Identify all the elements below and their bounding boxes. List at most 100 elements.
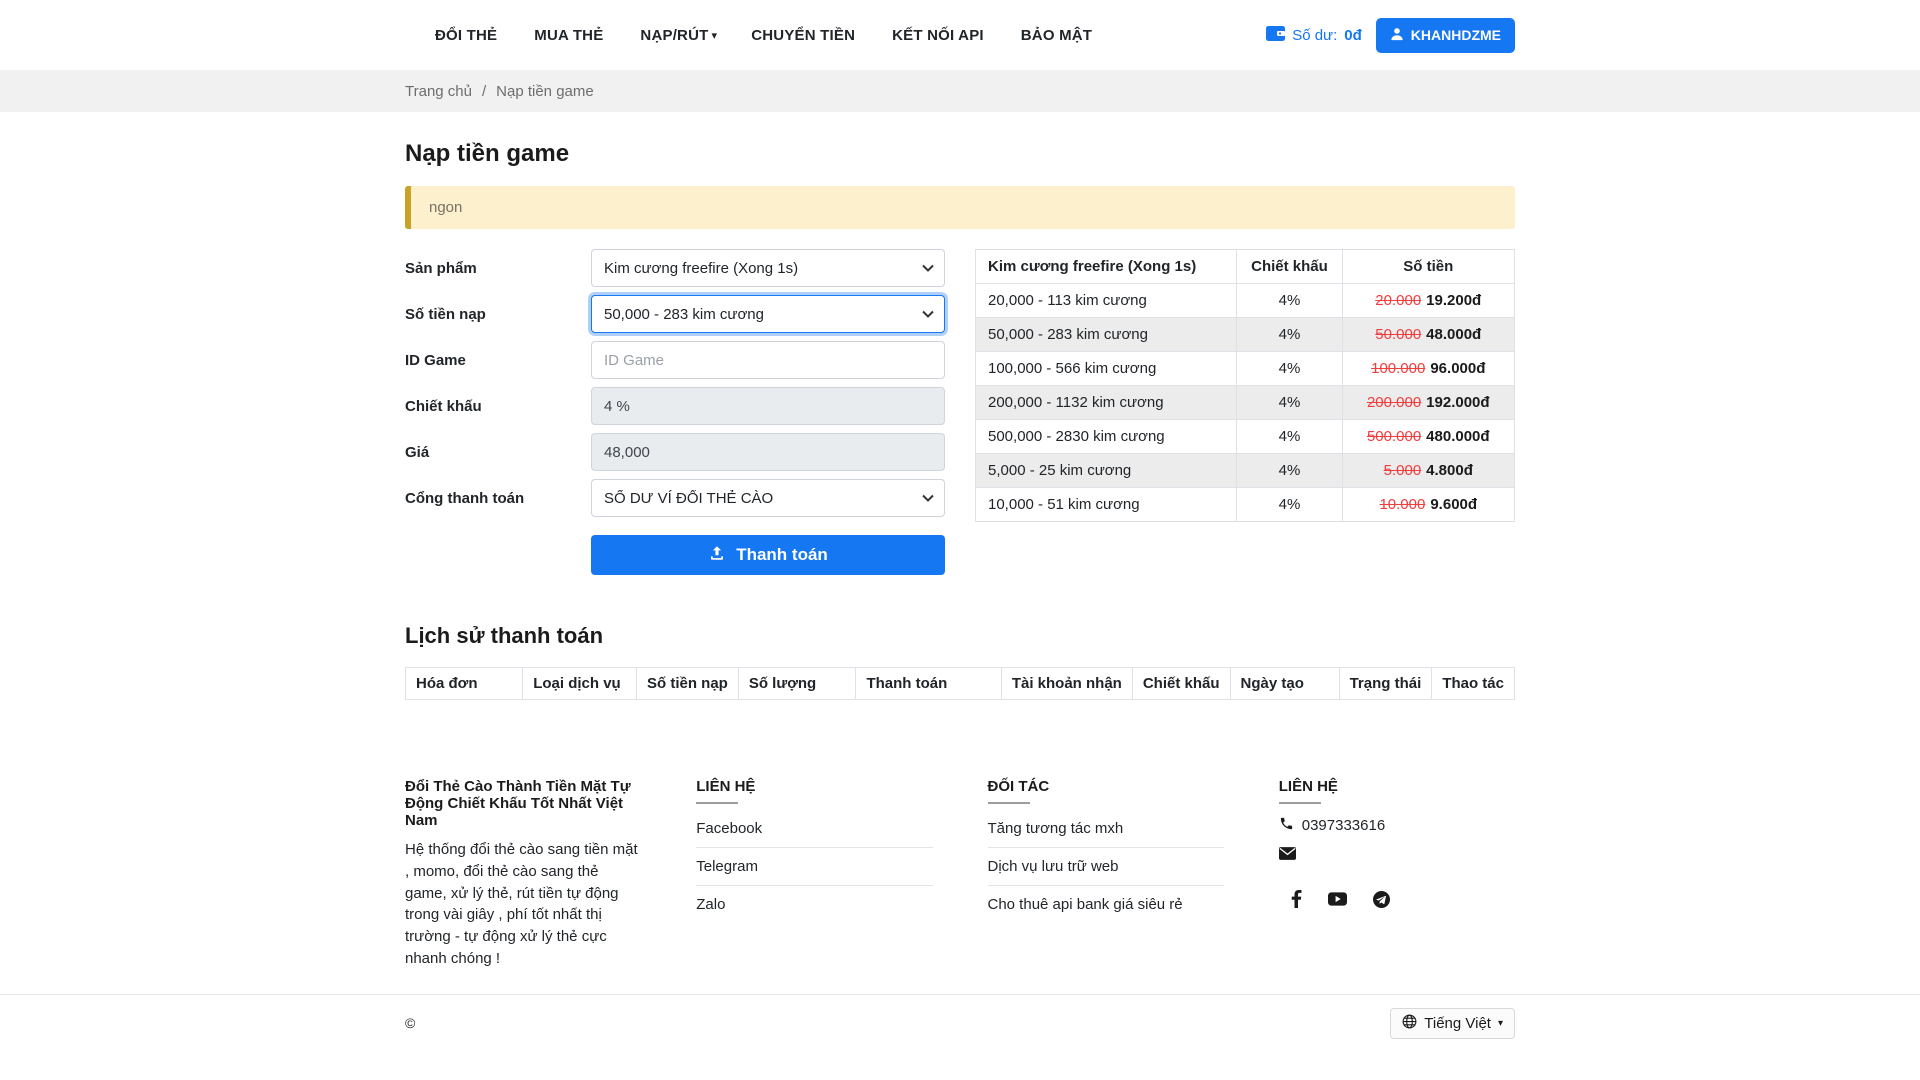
footer-partners-title: ĐỐI TÁC — [988, 778, 1224, 804]
idgame-input[interactable] — [591, 341, 945, 379]
footer-partner-links: ĐỐI TÁC Tăng tương tác mxhDịch vụ lưu tr… — [988, 778, 1224, 970]
pricing-amount: 10.000 9.600đ — [1342, 488, 1515, 522]
pricing-product: 10,000 - 51 kim cương — [976, 488, 1237, 522]
chevron-down-icon: ▾ — [1498, 1018, 1503, 1029]
new-price: 48.000đ — [1426, 326, 1481, 343]
new-price: 4.800đ — [1426, 462, 1473, 479]
footer-about-title: Đổi Thẻ Cào Thành Tiền Mặt Tự Động Chiết… — [405, 778, 641, 829]
footer-link[interactable]: Dịch vụ lưu trữ web — [988, 848, 1224, 886]
user-account-button[interactable]: KHANHDZME — [1376, 18, 1515, 53]
pricing-amount: 200.000 192.000đ — [1342, 386, 1515, 420]
pricing-discount: 4% — [1237, 454, 1342, 488]
pricing-product: 500,000 - 2830 kim cương — [976, 420, 1237, 454]
history-column-header: Thao tác — [1432, 668, 1515, 700]
phone-icon — [1279, 816, 1294, 835]
old-price: 100.000 — [1371, 360, 1425, 377]
pricing-product: 50,000 - 283 kim cương — [976, 318, 1237, 352]
product-select[interactable]: Kim cương freefire (Xong 1s) — [591, 249, 945, 287]
pay-button[interactable]: Thanh toán — [591, 535, 945, 575]
footer-contact-title: LIÊN HỆ — [696, 778, 932, 804]
pricing-amount: 500.000480.000đ — [1342, 420, 1515, 454]
old-price: 500.000 — [1367, 428, 1421, 445]
price-label: Giá — [405, 444, 591, 461]
phone-row[interactable]: 0397333616 — [1279, 816, 1515, 835]
history-column-header: Trạng thái — [1339, 668, 1432, 700]
pricing-row: 200,000 - 1132 kim cương 4% 200.000192.0… — [976, 386, 1515, 420]
footer-about: Đổi Thẻ Cào Thành Tiền Mặt Tự Động Chiết… — [405, 778, 641, 970]
email-row[interactable] — [1279, 847, 1515, 864]
old-price: 20.000 — [1375, 292, 1421, 309]
footer-bottom-bar: © Tiếng Việt ▾ — [0, 994, 1920, 1061]
breadcrumb-current: Nạp tiền game — [496, 83, 594, 100]
nav-item[interactable]: BẢO MẬT — [1021, 27, 1095, 44]
notice-alert: ngon — [405, 186, 1515, 229]
globe-icon — [1402, 1014, 1417, 1033]
facebook-icon[interactable] — [1291, 890, 1302, 908]
chevron-down-icon: ▾ — [712, 30, 718, 42]
pricing-amount: 20.00019.200đ — [1342, 284, 1515, 318]
telegram-icon[interactable] — [1373, 890, 1390, 908]
history-column-header: Tài khoản nhận — [1001, 668, 1132, 700]
footer-link[interactable]: Telegram — [696, 848, 932, 886]
footer-link[interactable]: Zalo — [696, 886, 932, 923]
pricing-product: 100,000 - 566 kim cương — [976, 352, 1237, 386]
pricing-amount: 100.00096.000đ — [1342, 352, 1515, 386]
breadcrumb: Trang chủ / Nạp tiền game — [405, 83, 1515, 100]
nav-item[interactable]: NẠP/RÚT▾ — [640, 27, 717, 44]
topup-form: Sản phẩm Kim cương freefire (Xong 1s) Số… — [405, 249, 945, 575]
main-nav: ĐỔI THẺ MUA THẺ NẠP/RÚT▾ CHUYỂN TIỀN KẾT… — [435, 27, 1095, 44]
discount-label: Chiết khấu — [405, 398, 591, 415]
user-icon — [1390, 27, 1404, 44]
nav-item[interactable]: CHUYỂN TIỀN — [751, 27, 858, 44]
envelope-icon — [1279, 847, 1296, 864]
footer-link[interactable]: Tăng tương tác mxh — [988, 810, 1224, 848]
pricing-product: 20,000 - 113 kim cương — [976, 284, 1237, 318]
amount-select[interactable]: 50,000 - 283 kim cương — [591, 295, 945, 333]
pricing-product: 200,000 - 1132 kim cương — [976, 386, 1237, 420]
history-column-header: Hóa đơn — [406, 668, 523, 700]
nav-item[interactable]: ĐỔI THẺ — [435, 27, 500, 44]
pricing-discount: 4% — [1237, 318, 1342, 352]
old-price: 200.000 — [1367, 394, 1421, 411]
alert-text: ngon — [429, 199, 462, 216]
price-input — [591, 433, 945, 471]
nav-item[interactable]: KẾT NỐI API — [892, 27, 987, 44]
pricing-row: 10,000 - 51 kim cương 4% 10.000 9.600đ — [976, 488, 1515, 522]
footer-contact2-title: LIÊN HỆ — [1279, 778, 1515, 804]
footer-contact-info: LIÊN HỆ 0397333616 — [1279, 778, 1515, 970]
balance-display[interactable]: Số dư: 0đ — [1266, 26, 1362, 45]
gateway-label: Cổng thanh toán — [405, 490, 591, 507]
language-selector[interactable]: Tiếng Việt ▾ — [1390, 1008, 1515, 1039]
wallet-icon — [1266, 26, 1285, 45]
pricing-col-product: Kim cương freefire (Xong 1s) — [976, 250, 1237, 284]
pricing-amount: 50.00048.000đ — [1342, 318, 1515, 352]
history-column-header: Ngày tạo — [1230, 668, 1339, 700]
top-nav-bar: ĐỔI THẺ MUA THẺ NẠP/RÚT▾ CHUYỂN TIỀN KẾT… — [0, 0, 1920, 70]
upload-icon — [708, 544, 726, 567]
pricing-discount: 4% — [1237, 284, 1342, 318]
discount-input — [591, 387, 945, 425]
youtube-icon[interactable] — [1328, 890, 1347, 908]
product-label: Sản phẩm — [405, 260, 591, 277]
old-price: 10.000 — [1379, 496, 1425, 513]
page-title: Nạp tiền game — [405, 140, 1515, 168]
gateway-select[interactable]: SỐ DƯ VÍ ĐỔI THẺ CÀO — [591, 479, 945, 517]
footer-link[interactable]: Facebook — [696, 810, 932, 848]
pricing-amount: 5.0004.800đ — [1342, 454, 1515, 488]
history-column-header: Chiết khấu — [1132, 668, 1230, 700]
pricing-row: 100,000 - 566 kim cương 4% 100.00096.000… — [976, 352, 1515, 386]
history-column-header: Số lượng — [738, 668, 856, 700]
pricing-discount: 4% — [1237, 488, 1342, 522]
nav-item[interactable]: MUA THẺ — [534, 27, 606, 44]
new-price: 9.600đ — [1430, 496, 1477, 513]
pricing-row: 500,000 - 2830 kim cương 4% 500.000480.0… — [976, 420, 1515, 454]
breadcrumb-home[interactable]: Trang chủ — [405, 83, 472, 100]
phone-number: 0397333616 — [1302, 817, 1385, 834]
history-column-header: Thanh toán — [856, 668, 1001, 700]
footer-link[interactable]: Cho thuê api bank giá siêu rẻ — [988, 886, 1224, 923]
pricing-row: 50,000 - 283 kim cương 4% 50.00048.000đ — [976, 318, 1515, 352]
breadcrumb-bar: Trang chủ / Nạp tiền game — [0, 70, 1920, 112]
pricing-product: 5,000 - 25 kim cương — [976, 454, 1237, 488]
new-price: 192.000đ — [1426, 394, 1489, 411]
breadcrumb-separator: / — [482, 83, 486, 100]
